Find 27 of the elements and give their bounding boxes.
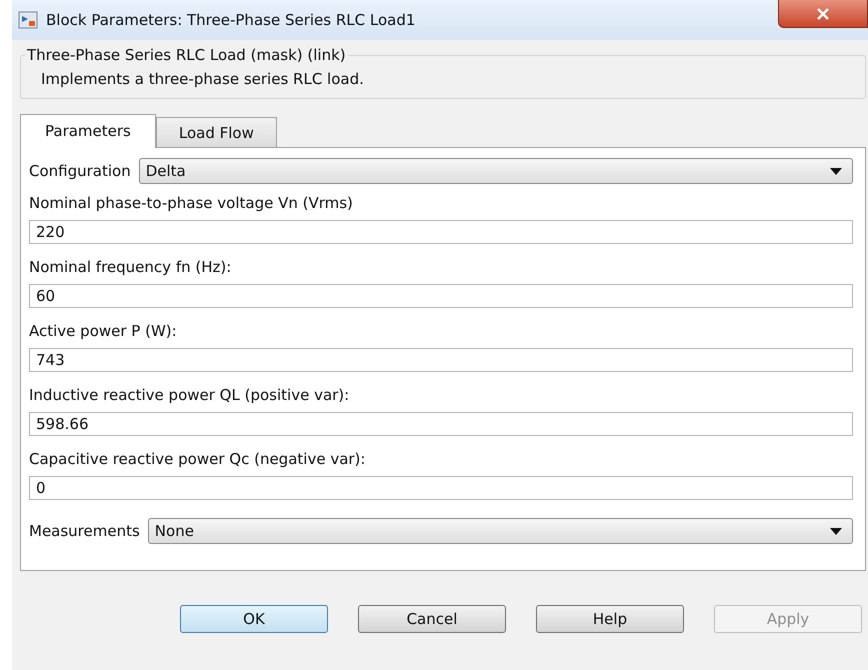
window-title: Block Parameters: Three-Phase Series RLC Load1	[46, 11, 416, 29]
caret-icon	[830, 528, 842, 534]
field-label: Capacitive reactive power Qc (negative var):	[29, 450, 366, 468]
dialog-button[interactable]: Cancel	[358, 605, 506, 633]
dropdown[interactable]: Delta	[138, 158, 853, 184]
tab[interactable]: Load Flow	[156, 117, 277, 147]
field-label: Nominal frequency fn (Hz):	[29, 258, 232, 276]
field-label: Nominal phase-to-phase voltage Vn (Vrms)	[29, 194, 354, 212]
close-icon	[816, 8, 830, 20]
group-title: Three-Phase Series RLC Load (mask) (link)	[26, 46, 347, 64]
field-label: Configuration	[29, 162, 131, 180]
field-label: Measurements	[29, 522, 140, 540]
caret-icon	[830, 168, 842, 174]
tab[interactable]: Parameters	[20, 114, 156, 148]
input-field[interactable]: 0	[29, 476, 853, 500]
input-field[interactable]: 743	[29, 348, 853, 372]
dropdown[interactable]: None	[148, 518, 853, 544]
dialog-button[interactable]: OK	[180, 605, 328, 633]
block-icon	[18, 11, 38, 29]
input-field[interactable]: 598.66	[29, 412, 853, 436]
field-label: Inductive reactive power QL (positive var):	[29, 386, 350, 404]
close-button[interactable]	[778, 0, 868, 28]
input-field[interactable]: 60	[29, 284, 853, 308]
description-text: Implements a three-phase series RLC load.	[41, 69, 365, 88]
field-label: Active power P (W):	[29, 322, 178, 340]
dialog-button[interactable]: Help	[536, 605, 684, 633]
input-field[interactable]: 220	[29, 220, 853, 244]
